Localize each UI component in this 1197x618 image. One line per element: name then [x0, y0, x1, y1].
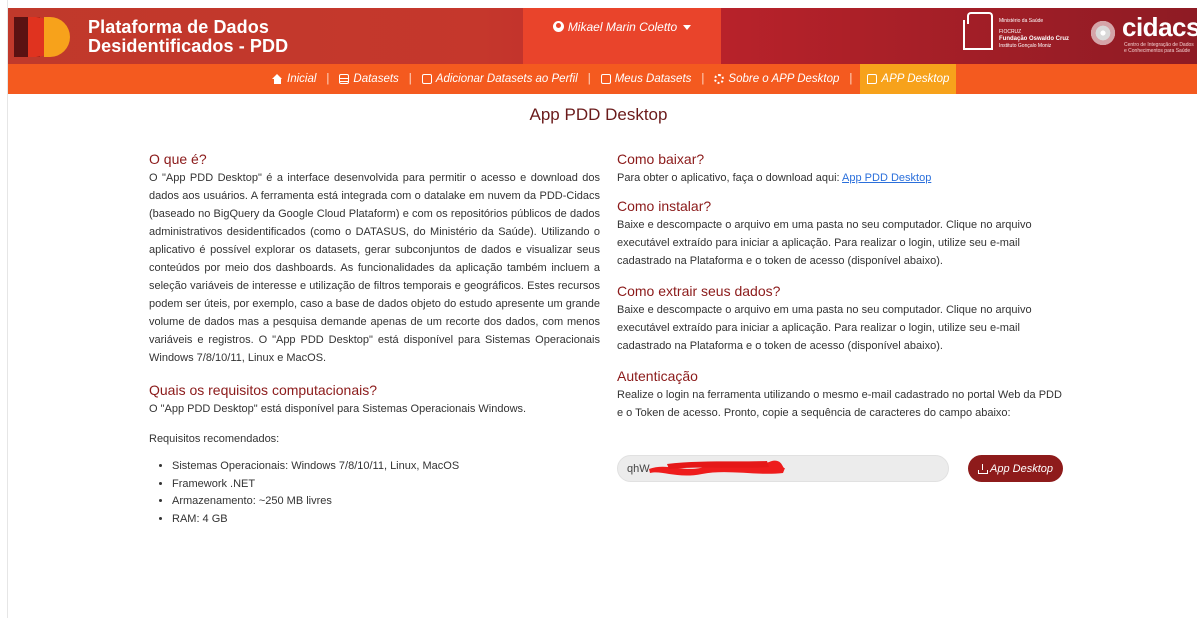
nav-label: Meus Datasets: [614, 73, 692, 85]
fiocruz-logo: Ministério da Saúde FIOCRUZ Fundação Osw…: [963, 12, 1073, 56]
nav-separator: |: [408, 73, 412, 85]
fiocruz-castle-icon: [963, 12, 993, 50]
cidacs-burst-icon: [1086, 16, 1120, 50]
page-left-border: [0, 0, 8, 618]
file-icon: [421, 74, 432, 84]
nav-item-adicionar-datasets[interactable]: Adicionar Datasets ao Perfil: [420, 64, 580, 94]
brand-title[interactable]: Plataforma de Dados Desidentificados - P…: [88, 18, 288, 56]
download-text: Para obter o aplicativo, faça o download…: [617, 172, 932, 184]
fiocruz-line-1: Ministério da Saúde: [999, 18, 1044, 24]
brand-line-1: Plataforma de Dados: [88, 17, 269, 37]
section-title-extract: Como extrair seus dados?: [617, 283, 781, 299]
main-nav: Inicial | Datasets | Adicionar Datasets …: [8, 64, 1197, 94]
section-title-install: Como instalar?: [617, 198, 712, 214]
section-title-auth: Autenticação: [617, 368, 698, 384]
header-bar: Plataforma de Dados Desidentificados - P…: [8, 8, 1197, 64]
section-title-requirements: Quais os requisitos computacionais?: [149, 382, 378, 398]
requirements-list: Sistemas Operacionais: Windows 7/8/10/11…: [172, 458, 600, 528]
download-icon: [978, 463, 988, 474]
nav-item-sobre-app[interactable]: Sobre o APP Desktop: [712, 64, 841, 94]
user-name: Mikael Marin Coletto: [567, 20, 678, 34]
install-text: Baixe e descompacte o arquivo em uma pas…: [617, 219, 1032, 267]
chat-icon: [867, 74, 878, 84]
left-column: O que é? O "App PDD Desktop" é a interfa…: [149, 150, 600, 528]
nav-label: Adicionar Datasets ao Perfil: [435, 73, 578, 85]
edit-icon: [600, 74, 611, 84]
user-menu[interactable]: Mikael Marin Coletto: [523, 8, 721, 64]
recommended-label: Requisitos recomendados:: [149, 433, 280, 445]
nav-label: Sobre o APP Desktop: [728, 73, 840, 85]
nav-label: APP Desktop: [881, 73, 950, 85]
brand-line-2: Desidentificados - PDD: [88, 36, 289, 56]
chevron-down-icon: [683, 25, 692, 31]
fiocruz-line-4: Instituto Gonçalo Moniz: [999, 43, 1052, 49]
right-column: Como baixar? Para obter o aplicativo, fa…: [617, 150, 1067, 422]
download-link[interactable]: App PDD Desktop: [842, 172, 931, 184]
table-icon: [339, 74, 350, 84]
nav-separator: |: [587, 73, 591, 85]
nav-label: Inicial: [287, 73, 317, 85]
home-icon: [272, 74, 283, 84]
button-label: App Desktop: [990, 462, 1053, 475]
extract-text: Baixe e descompacte o arquivo em uma pas…: [617, 304, 1032, 352]
user-avatar-icon: [552, 21, 564, 32]
list-item: Framework .NET: [172, 476, 600, 494]
nav-label: Datasets: [353, 73, 399, 85]
token-row: App Desktop: [617, 455, 1067, 483]
auth-text: Realize o login na ferramenta utilizando…: [617, 389, 1062, 419]
cidacs-subtitle: Centro de Integração de Dados e Conhecim…: [1124, 42, 1194, 54]
fiocruz-line-3: Fundação Oswaldo Cruz: [999, 36, 1070, 42]
requirements-description: O "App PDD Desktop" está disponível para…: [149, 403, 527, 415]
app-desktop-download-button[interactable]: App Desktop: [968, 455, 1063, 482]
section-title-download: Como baixar?: [617, 151, 705, 167]
cidacs-logo: cidacs Centro de Integração de Dados e C…: [1078, 10, 1197, 58]
nav-item-meus-datasets[interactable]: Meus Datasets: [599, 64, 694, 94]
nav-separator: |: [849, 73, 853, 85]
nav-item-inicial[interactable]: Inicial: [270, 64, 318, 94]
nav-separator: |: [326, 73, 330, 85]
list-item: Armazenamento: ~250 MB livres: [172, 493, 600, 511]
list-item: RAM: 4 GB: [172, 511, 600, 529]
pdd-logo-icon[interactable]: [14, 13, 76, 61]
section-title-what: O que é?: [149, 151, 207, 167]
list-item: Sistemas Operacionais: Windows 7/8/10/11…: [172, 458, 600, 476]
nav-item-app-desktop[interactable]: APP Desktop: [860, 64, 957, 94]
fiocruz-line-2: FIOCRUZ: [999, 29, 1022, 35]
gear-icon: [714, 74, 725, 84]
nav-item-datasets[interactable]: Datasets: [337, 64, 400, 94]
page-title: App PDD Desktop: [529, 105, 668, 124]
cidacs-wordmark: cidacs: [1122, 12, 1197, 42]
nav-separator: |: [701, 73, 705, 85]
what-description: O "App PDD Desktop" é a interface desenv…: [149, 172, 600, 364]
redaction-scribble: [649, 460, 785, 476]
